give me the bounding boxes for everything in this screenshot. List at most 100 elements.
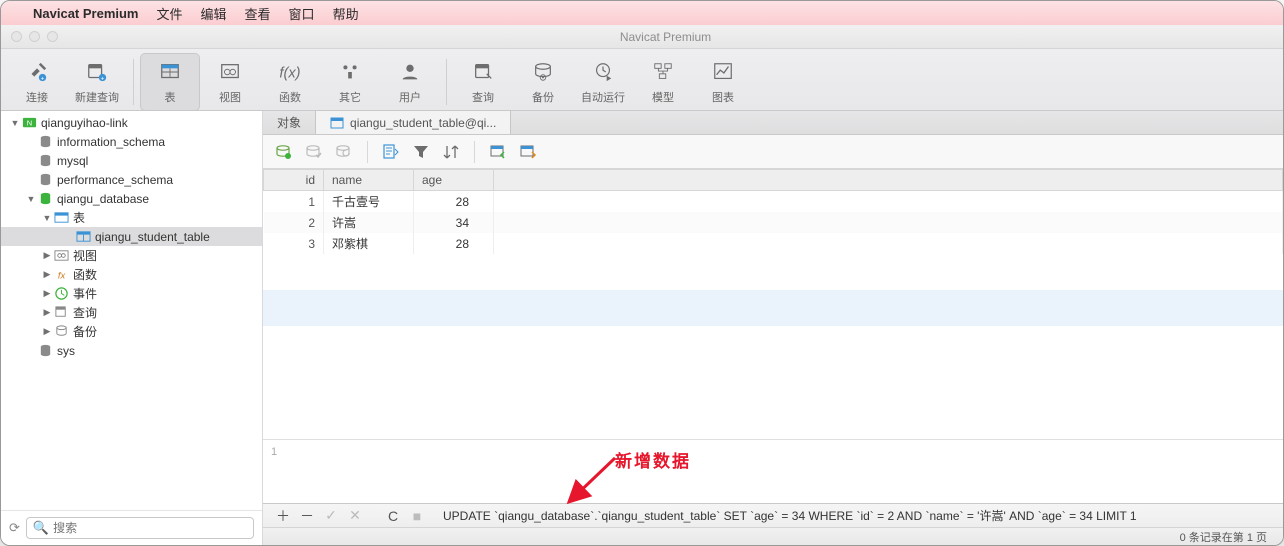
app-name[interactable]: Navicat Premium [33, 6, 139, 21]
table-row[interactable]: 2 许嵩 34 [264, 212, 1283, 233]
svg-text:f(x): f(x) [279, 65, 300, 81]
annotation-arrow-icon [563, 454, 623, 506]
tab-object[interactable]: 对象 [263, 111, 316, 134]
apply-button[interactable]: ✓ [321, 507, 341, 524]
toolbar-connect-label: 连接 [26, 89, 48, 105]
toolbar-backup-button[interactable]: 备份 [513, 53, 573, 111]
delete-record-button[interactable]: － [297, 506, 317, 526]
tree-schema[interactable]: information_schema [1, 132, 262, 151]
tree-schema[interactable]: performance_schema [1, 170, 262, 189]
note-lineno: 1 [271, 446, 277, 458]
toolbar-view-label: 视图 [219, 89, 241, 105]
function-icon: fx [53, 267, 69, 283]
menu-edit[interactable]: 编辑 [201, 4, 227, 23]
database-icon [37, 343, 53, 359]
table-row[interactable]: 1 千古壹号 28 [264, 191, 1283, 213]
import-button[interactable] [487, 141, 509, 163]
app-window: Navicat Premium 文件 编辑 查看 窗口 帮助 Navicat P… [0, 0, 1284, 546]
toolbar-other-label: 其它 [339, 89, 361, 105]
column-header-age[interactable]: age [414, 170, 494, 191]
toolbar-table-button[interactable]: 表 [140, 53, 200, 111]
tree-views[interactable]: ▶ 视图 [1, 246, 262, 265]
note-pane: 1 新增数据 [263, 439, 1283, 503]
toolbar-chart-button[interactable]: 图表 [693, 53, 753, 111]
toolbar-query-button[interactable]: 查询 [453, 53, 513, 111]
database-icon [37, 153, 53, 169]
tab-table[interactable]: qiangu_student_table@qi... [316, 111, 511, 134]
menu-help[interactable]: 帮助 [333, 4, 359, 23]
database-icon [37, 134, 53, 150]
zoom-window-button[interactable] [47, 31, 58, 42]
toolbar-separator [133, 59, 134, 105]
toolbar-new-query-label: 新建查询 [75, 89, 119, 105]
sidebar-bottom: ⟳ 🔍 [1, 510, 262, 545]
sidebar-search-input[interactable] [53, 521, 247, 535]
add-record-button[interactable]: ＋ [273, 506, 293, 526]
toolbar-model-button[interactable]: 模型 [633, 53, 693, 111]
export-button[interactable] [517, 141, 539, 163]
chevron-down-icon: ▼ [41, 213, 53, 223]
sidebar-search[interactable]: 🔍 [26, 517, 254, 539]
begin-txn-button[interactable] [273, 141, 295, 163]
chart-icon [711, 59, 735, 85]
window-title: Navicat Premium [58, 30, 1273, 44]
rollback-txn-button[interactable] [333, 141, 355, 163]
backup-icon [53, 324, 69, 340]
stop-button[interactable]: ■ [407, 508, 427, 524]
toolbar-model-label: 模型 [652, 89, 674, 105]
tree-backups[interactable]: ▶ 备份 [1, 322, 262, 341]
tree-events[interactable]: ▶ 事件 [1, 284, 262, 303]
other-icon [338, 59, 362, 85]
toolbar-view-button[interactable]: 视图 [200, 53, 260, 111]
table-icon [330, 116, 344, 130]
tree-table-item[interactable]: qiangu_student_table [1, 227, 262, 246]
tree-database[interactable]: ▼ qiangu_database [1, 189, 262, 208]
chevron-right-icon: ▶ [41, 307, 53, 318]
text-mode-button[interactable] [380, 141, 402, 163]
backup-icon [531, 59, 555, 85]
connection-tree: ▼ N qianguyihao-link information_schema … [1, 111, 262, 510]
menu-view[interactable]: 查看 [245, 4, 271, 23]
sort-button[interactable] [440, 141, 462, 163]
toolbar-table-label: 表 [165, 89, 176, 105]
cancel-button[interactable]: ✕ [345, 507, 365, 524]
column-header-name[interactable]: name [324, 170, 414, 191]
tree-schema[interactable]: mysql [1, 151, 262, 170]
toolbar-other-button[interactable]: 其它 [320, 53, 380, 111]
toolbar-user-button[interactable]: 用户 [380, 53, 440, 111]
toolbar-auto-label: 自动运行 [581, 89, 625, 105]
refresh-icon[interactable]: ⟳ [9, 520, 20, 536]
toolbar-separator [446, 59, 447, 105]
tree-schema[interactable]: sys [1, 341, 262, 360]
search-icon: 🔍 [33, 520, 49, 536]
annotation-label: 新增数据 [615, 447, 691, 472]
toolbar-new-query-button[interactable]: + 新建查询 [67, 53, 127, 111]
main-toolbar: + 连接 + 新建查询 表 视图 f(x) 函数 [1, 49, 1283, 111]
clock-play-icon [591, 59, 615, 85]
tree-connection-label: qianguyihao-link [41, 116, 128, 130]
toolbar-function-button[interactable]: f(x) 函数 [260, 53, 320, 111]
menu-window[interactable]: 窗口 [289, 4, 315, 23]
close-window-button[interactable] [11, 31, 22, 42]
refresh-button[interactable]: C [383, 508, 403, 524]
menu-file[interactable]: 文件 [157, 4, 183, 23]
toolbar-query-label: 查询 [472, 89, 494, 105]
chevron-down-icon: ▼ [25, 194, 37, 204]
commit-txn-button[interactable] [303, 141, 325, 163]
status-text: 0 条记录在第 1 页 [1180, 529, 1267, 545]
tree-tables[interactable]: ▼ 表 [1, 208, 262, 227]
table-row[interactable]: 3 邓紫棋 28 [264, 233, 1283, 254]
toolbar-auto-button[interactable]: 自动运行 [573, 53, 633, 111]
plug-icon: + [25, 59, 49, 85]
minimize-window-button[interactable] [29, 31, 40, 42]
tree-connection[interactable]: ▼ N qianguyihao-link [1, 113, 262, 132]
toolbar-connect-button[interactable]: + 连接 [7, 53, 67, 111]
tree-queries[interactable]: ▶ 查询 [1, 303, 262, 322]
column-header-id[interactable]: id [264, 170, 324, 191]
chevron-right-icon: ▶ [41, 288, 53, 299]
data-grid[interactable]: id name age 1 千古壹号 28 2 许嵩 [263, 169, 1283, 439]
tab-strip: 对象 qiangu_student_table@qi... [263, 111, 1283, 135]
tree-functions[interactable]: ▶ fx 函数 [1, 265, 262, 284]
svg-text:+: + [101, 75, 105, 82]
filter-button[interactable] [410, 141, 432, 163]
